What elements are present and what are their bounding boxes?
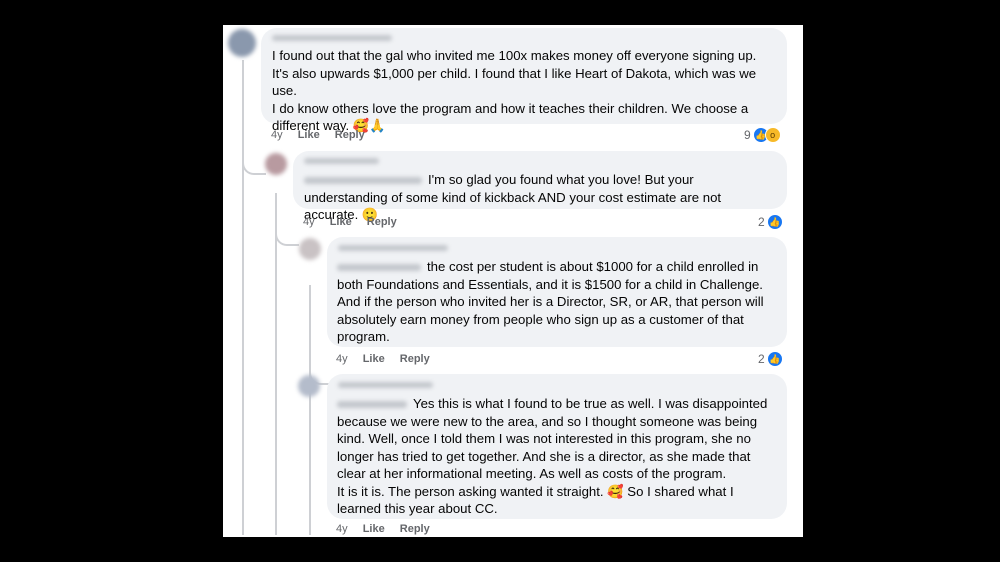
reaction-summary[interactable]: 2 👍	[758, 351, 783, 367]
blurred-tagged-name	[337, 401, 407, 409]
comment-actions: 4y Like Reply	[336, 353, 442, 365]
avatar[interactable]	[299, 238, 321, 260]
comment-bubble: I found out that the gal who invited me …	[261, 28, 787, 133]
blurred-author-name	[304, 158, 379, 164]
reply-button[interactable]: Reply	[335, 129, 365, 141]
comment-actions: 4y Like Reply	[336, 523, 442, 535]
like-button[interactable]: Like	[363, 523, 385, 535]
comment-bubble: Yes this is what I found to be true as w…	[327, 374, 787, 519]
thread-line	[309, 285, 311, 535]
comment-timestamp[interactable]: 4y	[336, 523, 348, 535]
reply-button[interactable]: Reply	[400, 523, 430, 535]
avatar[interactable]	[228, 29, 256, 57]
thread-connector	[275, 220, 299, 246]
thread-line	[275, 193, 277, 535]
comment-timestamp[interactable]: 4y	[303, 216, 315, 228]
blurred-author-name	[272, 35, 392, 41]
blurred-author-name	[338, 245, 448, 251]
reaction-summary[interactable]: 9 👍 o	[744, 127, 781, 143]
like-button[interactable]: Like	[363, 353, 385, 365]
reply-button[interactable]: Reply	[367, 216, 397, 228]
comment-bubble: I'm so glad you found what you love! But…	[293, 151, 787, 222]
thread-line	[242, 60, 244, 535]
comment-actions: 4y Like Reply	[303, 216, 409, 228]
reaction-summary[interactable]: 2 👍	[758, 214, 783, 230]
reaction-count: 9	[744, 128, 751, 142]
blurred-author-name	[338, 382, 433, 388]
avatar[interactable]	[265, 153, 287, 175]
comment-timestamp[interactable]: 4y	[336, 353, 348, 365]
reply-button[interactable]: Reply	[400, 353, 430, 365]
like-icon: 👍	[766, 214, 783, 230]
blurred-tagged-name	[304, 177, 422, 185]
comment-actions: 4y Like Reply	[271, 129, 377, 141]
wow-icon: o	[764, 127, 781, 143]
like-icon: 👍	[766, 351, 783, 367]
reaction-count: 2	[758, 352, 765, 366]
reaction-count: 2	[758, 215, 765, 229]
comment-text: Yes this is what I found to be true as w…	[337, 396, 768, 516]
comment-timestamp[interactable]: 4y	[271, 129, 283, 141]
blurred-tagged-name	[337, 264, 421, 272]
comment-bubble: the cost per student is about $1000 for …	[327, 237, 787, 347]
like-button[interactable]: Like	[330, 216, 352, 228]
avatar[interactable]	[298, 375, 320, 397]
thread-connector	[242, 145, 266, 175]
comment-thread-panel: I found out that the gal who invited me …	[223, 25, 803, 537]
comment-text: I found out that the gal who invited me …	[272, 48, 757, 133]
comment-text: the cost per student is about $1000 for …	[337, 259, 764, 344]
like-button[interactable]: Like	[298, 129, 320, 141]
